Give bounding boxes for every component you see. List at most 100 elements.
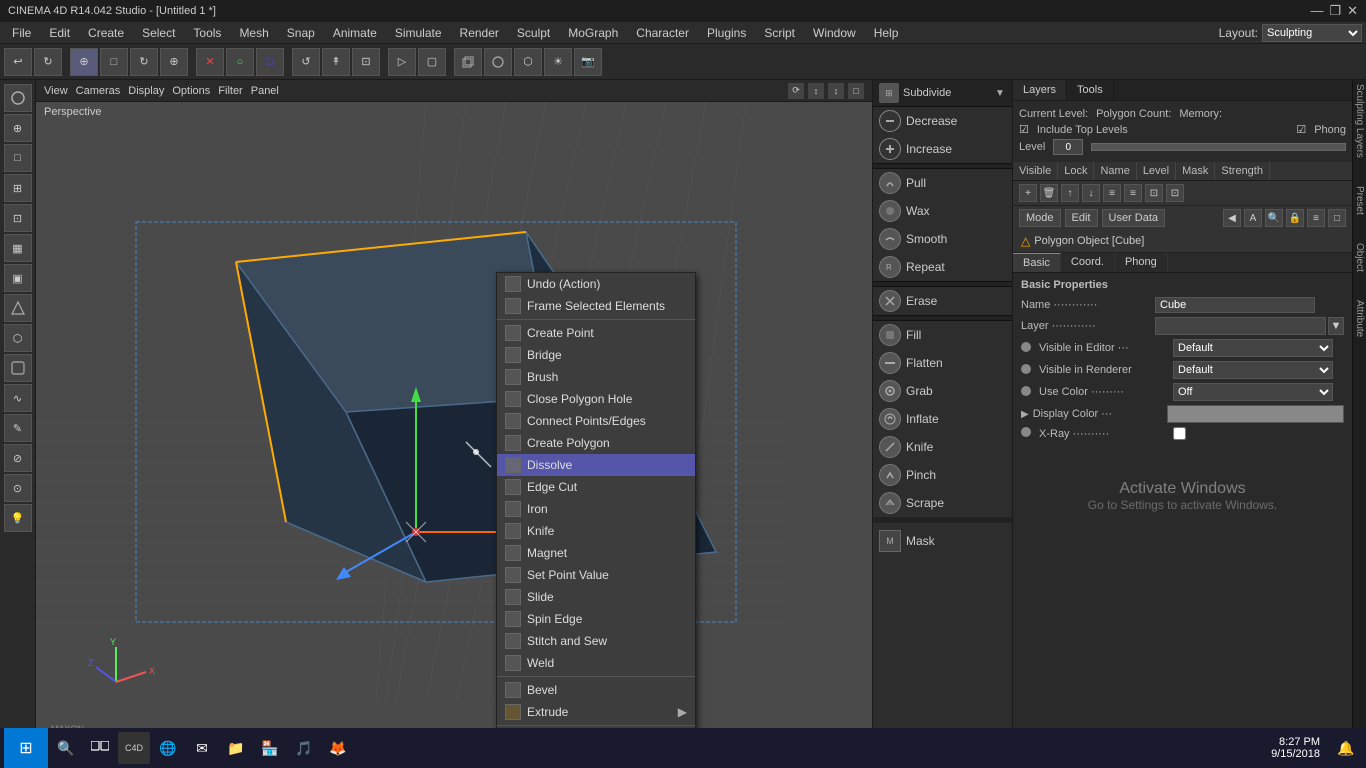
left-tool-1[interactable] [4, 84, 32, 112]
ctx-knife[interactable]: Knife [497, 520, 695, 542]
render-small[interactable]: ▢ [418, 48, 446, 76]
ctx-create-polygon[interactable]: Create Polygon [497, 432, 695, 454]
camera-icon[interactable]: 📷 [574, 48, 602, 76]
nav-btn-2[interactable]: ↕ [808, 83, 824, 99]
sculpt-knife[interactable]: Knife [873, 433, 1012, 461]
ctx-edge-cut[interactable]: Edge Cut [497, 476, 695, 498]
left-tool-9[interactable]: ⬡ [4, 324, 32, 352]
minimize-button[interactable]: — [1310, 3, 1323, 19]
left-tool-13[interactable]: ⊘ [4, 444, 32, 472]
cylinder-icon[interactable]: ⬡ [514, 48, 542, 76]
menu-render[interactable]: Render [452, 24, 507, 42]
mode-nav-4[interactable]: ≡ [1307, 209, 1325, 227]
ctx-bridge[interactable]: Bridge [497, 344, 695, 366]
sculpt-grab[interactable]: Grab [873, 377, 1012, 405]
level-slider[interactable] [1091, 143, 1346, 151]
taskbar-firefox[interactable]: 🦊 [322, 732, 354, 764]
xray-checkbox[interactable] [1173, 427, 1186, 440]
taskbar-store[interactable]: 🏪 [254, 732, 286, 764]
mode-button[interactable]: Mode [1019, 209, 1061, 227]
move-tool[interactable]: ⊕ [70, 48, 98, 76]
ctx-iron[interactable]: Iron [497, 498, 695, 520]
x-axis[interactable]: ✕ [196, 48, 224, 76]
viewport[interactable]: Perspective [36, 102, 872, 746]
undo-button[interactable]: ↩ [4, 48, 32, 76]
sculpt-fill[interactable]: Fill [873, 321, 1012, 349]
attr-btn-2[interactable]: 🗑 [1040, 184, 1058, 202]
sculpt-mask[interactable]: M Mask [873, 527, 1012, 555]
mode-nav-2[interactable]: A [1244, 209, 1262, 227]
maximize-button[interactable]: ❐ [1329, 3, 1341, 19]
ctx-frame-selected[interactable]: Frame Selected Elements [497, 295, 695, 317]
menu-select[interactable]: Select [134, 24, 183, 42]
visible-editor-select[interactable]: Default On Off [1173, 339, 1333, 357]
attr-btn-6[interactable]: ≡ [1124, 184, 1142, 202]
use-color-select[interactable]: Off On [1173, 383, 1333, 401]
nav-btn-1[interactable]: ⟳ [788, 83, 804, 99]
scale-tool[interactable]: □ [100, 48, 128, 76]
menu-simulate[interactable]: Simulate [387, 24, 450, 42]
ctx-connect-points[interactable]: Connect Points/Edges [497, 410, 695, 432]
menu-tools[interactable]: Tools [185, 24, 229, 42]
menu-create[interactable]: Create [80, 24, 132, 42]
sculpt-repeat[interactable]: R Repeat [873, 253, 1012, 281]
left-tool-11[interactable]: ∿ [4, 384, 32, 412]
menu-snap[interactable]: Snap [279, 24, 323, 42]
user-data-button[interactable]: User Data [1102, 209, 1166, 227]
name-input[interactable] [1155, 297, 1315, 313]
attr-btn-1[interactable]: + [1019, 184, 1037, 202]
ctx-create-point[interactable]: Create Point [497, 322, 695, 344]
left-tool-10[interactable] [4, 354, 32, 382]
tab-coord[interactable]: Coord. [1061, 253, 1115, 272]
ctx-undo[interactable]: Undo (Action) [497, 273, 695, 295]
left-tool-3[interactable]: □ [4, 144, 32, 172]
include-top-levels-checkbox[interactable]: ☑ [1019, 123, 1029, 136]
left-tool-15[interactable]: 💡 [4, 504, 32, 532]
left-tool-8[interactable] [4, 294, 32, 322]
attr-btn-3[interactable]: ↑ [1061, 184, 1079, 202]
taskbar-cinema4d[interactable]: C4D [118, 732, 150, 764]
menu-character[interactable]: Character [628, 24, 697, 42]
taskbar-task-view[interactable] [84, 732, 116, 764]
multi-tool[interactable]: ⊕ [160, 48, 188, 76]
ctx-brush[interactable]: Brush [497, 366, 695, 388]
layout-dropdown[interactable]: Sculpting [1262, 24, 1362, 42]
sculpt-erase[interactable]: Erase [873, 287, 1012, 315]
panel-menu[interactable]: Panel [251, 85, 279, 97]
nav-btn-4[interactable]: □ [848, 83, 864, 99]
nav-btn-3[interactable]: ↕ [828, 83, 844, 99]
sculpt-pull[interactable]: Pull [873, 169, 1012, 197]
tab-tools[interactable]: Tools [1067, 80, 1114, 100]
attr-btn-5[interactable]: ≡ [1103, 184, 1121, 202]
poly-mode[interactable]: ↟ [322, 48, 350, 76]
left-tool-2[interactable]: ⊕ [4, 114, 32, 142]
menu-mograph[interactable]: MoGraph [560, 24, 626, 42]
menu-edit[interactable]: Edit [41, 24, 78, 42]
edit-button[interactable]: Edit [1065, 209, 1098, 227]
phong-checkbox[interactable]: ☑ [1296, 123, 1306, 136]
ctx-dissolve[interactable]: Dissolve [497, 454, 695, 476]
obj-mode[interactable]: ↺ [292, 48, 320, 76]
sculpt-increase[interactable]: Increase [873, 135, 1012, 163]
tab-basic[interactable]: Basic [1013, 253, 1061, 272]
ctx-spin-edge[interactable]: Spin Edge [497, 608, 695, 630]
mode-nav-5[interactable]: □ [1328, 209, 1346, 227]
ctx-magnet[interactable]: Magnet [497, 542, 695, 564]
left-tool-4[interactable]: ⊞ [4, 174, 32, 202]
redo-button[interactable]: ↻ [34, 48, 62, 76]
menu-sculpt[interactable]: Sculpt [509, 24, 558, 42]
ctx-extrude[interactable]: Extrude ▶ [497, 701, 695, 723]
start-button[interactable]: ⊞ [4, 728, 48, 768]
filter-menu[interactable]: Filter [218, 85, 242, 97]
menu-mesh[interactable]: Mesh [231, 24, 276, 42]
ctx-set-point[interactable]: Set Point Value [497, 564, 695, 586]
sculpt-wax[interactable]: Wax [873, 197, 1012, 225]
tab-phong[interactable]: Phong [1115, 253, 1168, 272]
attr-btn-8[interactable]: ⊡ [1166, 184, 1184, 202]
tab-layers[interactable]: Layers [1013, 80, 1067, 100]
y-axis[interactable]: ○ [226, 48, 254, 76]
left-tool-5[interactable]: ⊡ [4, 204, 32, 232]
menu-window[interactable]: Window [805, 24, 864, 42]
options-menu[interactable]: Options [172, 85, 210, 97]
light-icon[interactable]: ☀ [544, 48, 572, 76]
